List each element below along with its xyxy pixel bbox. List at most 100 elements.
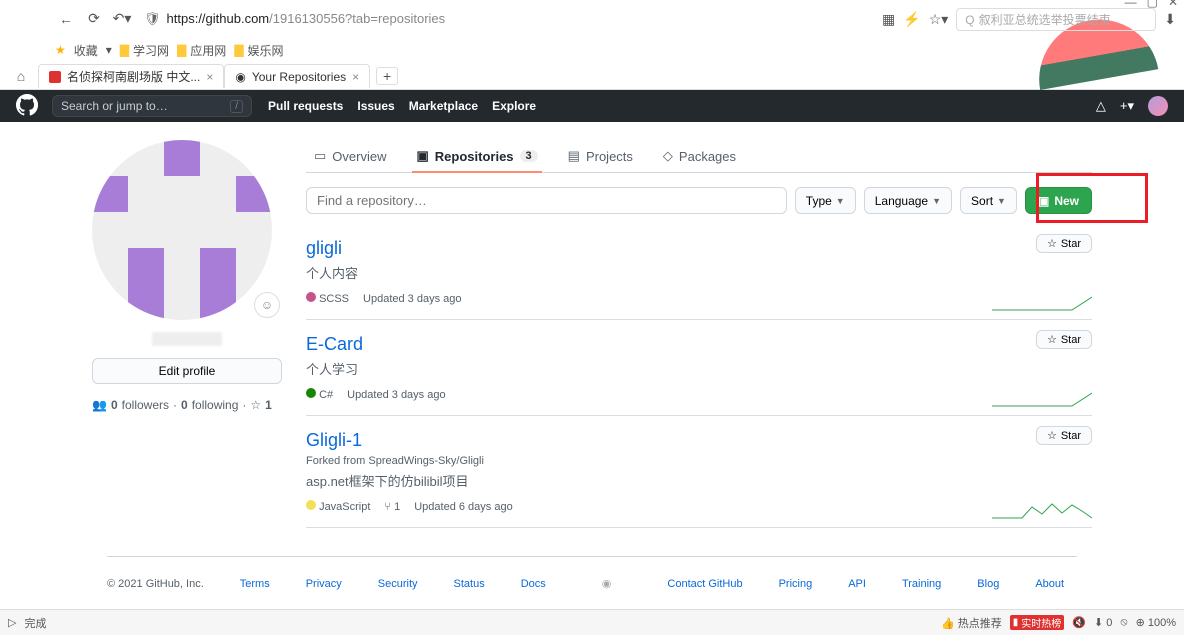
type-filter-dropdown[interactable]: Type▼ <box>795 187 856 214</box>
footer-link[interactable]: Status <box>454 578 485 590</box>
address-bar[interactable]: 🛡 https://github.com/1916130556?tab=repo… <box>134 11 445 27</box>
qr-icon[interactable]: ▦ <box>882 11 895 28</box>
nav-pull-requests[interactable]: Pull requests <box>268 99 343 113</box>
browser-search-box[interactable]: Q 叙利亚总统选举投票结束 <box>956 8 1156 31</box>
repo-link[interactable]: E-Card <box>306 334 363 354</box>
tab-packages[interactable]: ◇Packages <box>659 140 740 172</box>
fork-icon: ⑂ <box>384 501 391 513</box>
people-icon: 👥 <box>92 398 107 412</box>
find-repository-input[interactable] <box>306 187 787 214</box>
footer-link[interactable]: API <box>848 578 866 590</box>
search-icon: Q <box>965 13 974 27</box>
bookmark-folder[interactable]: ▇应用网 <box>177 42 226 59</box>
repo-icon: ▣ <box>416 148 428 164</box>
repo-link[interactable]: Gligli-1 <box>306 430 362 450</box>
activity-graph <box>992 291 1092 311</box>
browser-tab[interactable]: 名侦探柯南剧场版 中文... × <box>38 64 224 88</box>
book-icon: ▭ <box>314 148 326 164</box>
browser-search-placeholder: 叙利亚总统选举投票结束 <box>979 11 1111 28</box>
nav-issues[interactable]: Issues <box>357 99 394 113</box>
new-repository-button[interactable]: ▣New <box>1025 187 1092 214</box>
user-avatar-dropdown[interactable] <box>1148 96 1168 116</box>
plus-dropdown-icon[interactable]: +▾ <box>1120 98 1134 114</box>
undo-dropdown-icon[interactable]: ↶▾ <box>114 11 130 27</box>
tab-close-icon[interactable]: × <box>206 70 213 84</box>
footer-link[interactable]: Privacy <box>306 578 342 590</box>
reload-icon[interactable]: ⟳ <box>86 11 102 27</box>
bookmark-folder[interactable]: ▇学习网 <box>120 42 169 59</box>
following-count: 0 <box>181 398 188 412</box>
back-icon[interactable]: ← <box>58 11 74 27</box>
folder-icon: ▇ <box>120 43 129 57</box>
footer-link[interactable]: About <box>1035 578 1064 590</box>
favorite-icon[interactable]: ☆▾ <box>929 11 949 28</box>
browser-tab[interactable]: ◉ Your Repositories × <box>224 64 370 88</box>
github-logo[interactable] <box>16 94 38 119</box>
bookmark-folder[interactable]: ▇娱乐网 <box>234 42 283 59</box>
star-button[interactable]: ☆Star <box>1036 426 1092 445</box>
edit-profile-button[interactable]: Edit profile <box>92 358 282 384</box>
tab-title: 名侦探柯南剧场版 中文... <box>67 68 200 85</box>
language-filter-dropdown[interactable]: Language▼ <box>864 187 952 214</box>
package-icon: ◇ <box>663 148 673 164</box>
status-done: 完成 <box>24 615 46 631</box>
block-icon[interactable]: ⦸ <box>1120 616 1127 629</box>
favicon <box>49 71 61 83</box>
set-status-button[interactable]: ☺ <box>254 292 280 318</box>
nav-marketplace[interactable]: Marketplace <box>409 99 478 113</box>
language-color-dot <box>306 292 316 302</box>
repo-language: SCSS <box>319 293 349 305</box>
footer-link[interactable]: Training <box>902 578 941 590</box>
play-icon[interactable]: ▷ <box>8 616 16 629</box>
tab-projects[interactable]: ▤Projects <box>564 140 637 172</box>
forked-from-link[interactable]: SpreadWings-Sky/Gligli <box>368 455 484 467</box>
followers-count: 0 <box>111 398 118 412</box>
star-button[interactable]: ☆Star <box>1036 234 1092 253</box>
footer-link[interactable]: Pricing <box>779 578 813 590</box>
tab-overview[interactable]: ▭Overview <box>310 140 390 172</box>
bookmarks-chevron-icon[interactable]: ▾ <box>106 43 112 57</box>
star-icon: ☆ <box>1047 429 1057 442</box>
tab-close-icon[interactable]: × <box>352 70 359 84</box>
github-mark-icon[interactable]: ◉ <box>602 577 612 590</box>
followers-label[interactable]: followers <box>122 398 169 412</box>
download-icon[interactable]: ⬇ <box>1164 11 1176 28</box>
profile-avatar <box>92 140 272 320</box>
footer-link[interactable]: Docs <box>521 578 546 590</box>
footer-link[interactable]: Terms <box>240 578 270 590</box>
github-favicon: ◉ <box>235 70 245 84</box>
forked-from-label: Forked from SpreadWings-Sky/Gligli <box>306 455 1092 467</box>
username <box>152 332 222 346</box>
url-path: /1916130556?tab=repositories <box>269 11 445 26</box>
footer-link[interactable]: Blog <box>977 578 999 590</box>
notifications-icon[interactable]: △ <box>1096 98 1106 114</box>
zoom-level[interactable]: ⊕ 100% <box>1136 616 1176 629</box>
repo-language: JavaScript <box>319 501 370 513</box>
hot-recommend[interactable]: 👍 热点推荐 <box>941 615 1002 631</box>
language-color-dot <box>306 500 316 510</box>
repo-count-badge: 3 <box>520 150 538 162</box>
sound-icon[interactable]: 🔇 <box>1072 616 1086 629</box>
search-placeholder: Search or jump to… <box>61 99 168 113</box>
url-host: ://github.com <box>195 11 269 26</box>
footer-link[interactable]: Contact GitHub <box>667 578 742 590</box>
repo-list-item: E-Card 个人学习 C# Updated 3 days ago ☆Star <box>306 320 1092 416</box>
repo-link[interactable]: gligli <box>306 238 342 258</box>
bolt-icon[interactable]: ⚡ <box>903 11 920 28</box>
github-search-input[interactable]: Search or jump to… / <box>52 95 252 117</box>
download-status[interactable]: ⬇ 0 <box>1094 616 1112 629</box>
new-tab-button[interactable]: + <box>376 67 398 85</box>
nav-explore[interactable]: Explore <box>492 99 536 113</box>
star-button[interactable]: ☆Star <box>1036 330 1092 349</box>
bookmarks-label: 收藏 <box>74 42 98 59</box>
repo-language: C# <box>319 389 333 401</box>
tab-repositories[interactable]: ▣Repositories3 <box>412 140 541 172</box>
repo-list-item: gligli 个人内容 SCSS Updated 3 days ago ☆Sta… <box>306 224 1092 320</box>
hot-list-badge[interactable]: ▮实时热榜 <box>1010 615 1065 630</box>
footer-link[interactable]: Security <box>378 578 418 590</box>
star-icon: ☆ <box>250 398 261 412</box>
sort-filter-dropdown[interactable]: Sort▼ <box>960 187 1017 214</box>
following-label[interactable]: following <box>192 398 239 412</box>
home-icon[interactable]: ⌂ <box>10 68 32 84</box>
activity-graph <box>992 499 1092 519</box>
